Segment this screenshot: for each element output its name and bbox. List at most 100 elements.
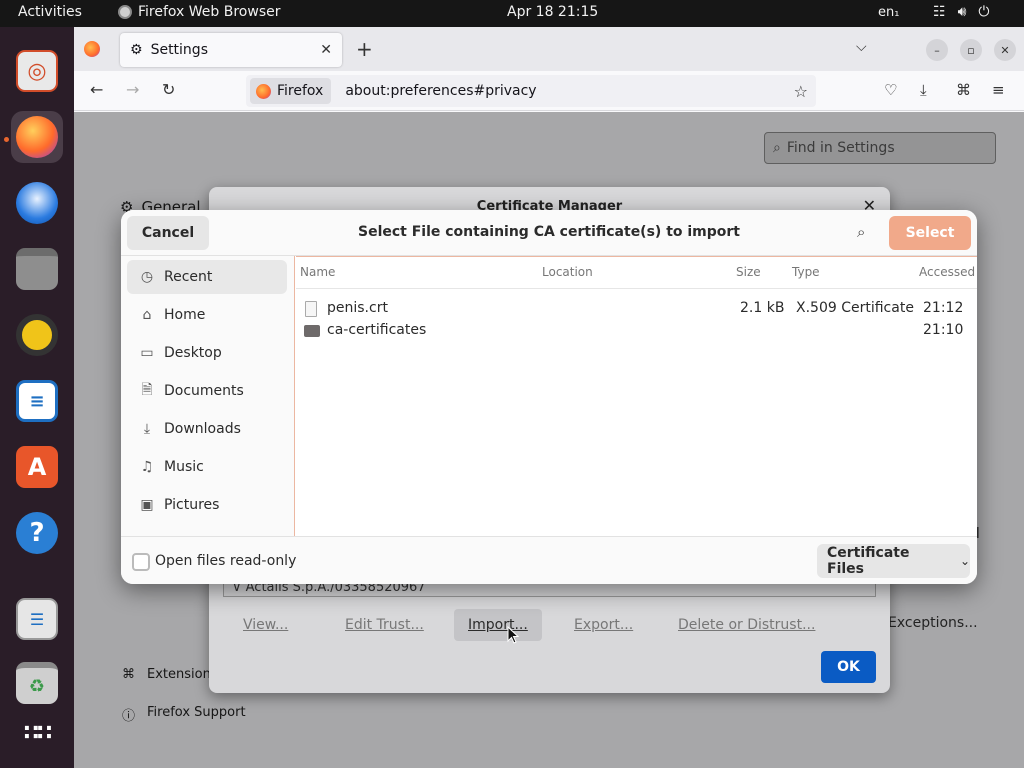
import-button[interactable]: Import... bbox=[454, 609, 542, 641]
column-header-size[interactable]: Size bbox=[736, 265, 761, 279]
gear-icon: ⚙ bbox=[130, 42, 143, 58]
firefox-view-icon[interactable] bbox=[84, 41, 100, 57]
trash-icon: ♻ bbox=[16, 662, 58, 704]
read-only-label: Open files read-only bbox=[155, 553, 297, 569]
files-icon bbox=[16, 248, 58, 290]
document-icon: 🗎︎ bbox=[141, 382, 153, 398]
close-tab-icon[interactable]: ✕ bbox=[320, 42, 332, 58]
tab-settings[interactable]: ⚙ Settings ✕ bbox=[120, 33, 342, 67]
identity-box[interactable]: Firefox bbox=[250, 78, 332, 104]
places-sidebar: ◷ Recent ⌂ Home ▭ Desktop 🗎︎ Documents ⤓… bbox=[121, 256, 295, 536]
sidebar-item-recent[interactable]: ◷ Recent bbox=[127, 260, 287, 294]
chevron-down-icon: ⌄ bbox=[959, 554, 970, 568]
top-bar: Activities Firefox Web Browser Apr 18 21… bbox=[0, 0, 1024, 27]
reload-icon[interactable]: ↻ bbox=[162, 80, 175, 99]
search-icon[interactable]: ⌕ bbox=[857, 223, 865, 241]
sidebar-item-desktop[interactable]: ▭ Desktop bbox=[127, 336, 287, 370]
dock-item-files[interactable] bbox=[11, 243, 63, 295]
tab-title: Settings bbox=[150, 42, 208, 58]
activities-button[interactable]: Activities bbox=[18, 4, 82, 20]
identity-label: Firefox bbox=[277, 83, 324, 99]
url-text[interactable]: about:preferences#privacy bbox=[345, 83, 536, 99]
export-button[interactable]: Export... bbox=[560, 609, 647, 641]
list-tabs-chevron-icon[interactable]: ⌵ bbox=[856, 39, 867, 55]
back-icon[interactable]: ← bbox=[90, 80, 103, 99]
sidebar-item-label: Pictures bbox=[164, 497, 220, 513]
table-row[interactable]: ca-certificates 21:10 bbox=[296, 320, 977, 342]
column-header-name[interactable]: Name bbox=[300, 265, 335, 279]
dock-item-trash[interactable]: ♻ bbox=[11, 657, 63, 709]
folder-icon bbox=[304, 325, 320, 337]
dock-item-writer[interactable]: ≡ bbox=[11, 375, 63, 427]
dock-item-rhythmbox[interactable] bbox=[11, 309, 63, 361]
file-type: X.509 Certificate bbox=[796, 300, 914, 316]
dock-item-firefox[interactable] bbox=[11, 111, 63, 163]
sidebar-item-label: Desktop bbox=[164, 345, 222, 361]
maximize-button[interactable]: ▫ bbox=[960, 39, 982, 61]
dock-item-help[interactable]: ? bbox=[11, 507, 63, 559]
firefox-icon bbox=[118, 5, 132, 19]
sidebar-item-downloads[interactable]: ⤓ Downloads bbox=[127, 412, 287, 446]
forward-icon[interactable]: → bbox=[126, 80, 139, 99]
clock-icon: ◷ bbox=[140, 269, 154, 285]
remmina-icon: ◎ bbox=[16, 50, 58, 92]
sidebar-item-label: Recent bbox=[164, 269, 213, 285]
file-filter-dropdown[interactable]: Certificate Files ⌄ bbox=[817, 544, 970, 578]
show-apps-button[interactable]: ∷∷ bbox=[11, 707, 63, 759]
pocket-icon[interactable]: ♡ bbox=[884, 81, 897, 99]
download-icon: ⤓ bbox=[143, 421, 151, 437]
menu-icon[interactable]: ≡ bbox=[992, 81, 1005, 99]
filter-label: Certificate Files bbox=[827, 545, 910, 577]
table-row[interactable]: penis.crt 2.1 kB X.509 Certificate 21:12 bbox=[296, 298, 977, 320]
close-window-button[interactable]: ✕ bbox=[994, 39, 1016, 61]
file-icon bbox=[305, 301, 317, 317]
firefox-icon bbox=[256, 83, 271, 99]
system-tray[interactable]: ☷ 🔊︎ ⏻ bbox=[933, 4, 989, 20]
file-accessed: 21:10 bbox=[923, 322, 964, 338]
software-icon: A bbox=[16, 446, 58, 488]
dock-item-remmina[interactable]: ◎ bbox=[11, 45, 63, 97]
edit-trust-button[interactable]: Edit Trust... bbox=[331, 609, 438, 641]
rhythmbox-icon bbox=[16, 314, 58, 356]
grid-icon: ∷∷ bbox=[23, 720, 53, 746]
sidebar-item-music[interactable]: ♫ Music bbox=[127, 450, 287, 484]
file-name: penis.crt bbox=[327, 300, 388, 316]
nav-bar: ← → ↻ Firefox about:preferences#privacy … bbox=[74, 71, 1024, 111]
select-button[interactable]: Select bbox=[889, 216, 971, 250]
sidebar-item-pictures[interactable]: ▣ Pictures bbox=[127, 488, 287, 522]
view-button[interactable]: View... bbox=[229, 609, 302, 641]
keyboard-layout[interactable]: en₁ bbox=[878, 5, 899, 20]
ok-button[interactable]: OK bbox=[821, 651, 876, 683]
read-only-checkbox[interactable] bbox=[132, 553, 150, 571]
url-bar[interactable]: Firefox about:preferences#privacy ☆ bbox=[246, 75, 816, 107]
clock[interactable]: Apr 18 21:15 bbox=[507, 4, 598, 20]
downloads-icon[interactable]: ⤓ bbox=[920, 81, 927, 99]
sidebar-item-home[interactable]: ⌂ Home bbox=[127, 298, 287, 332]
file-name: ca-certificates bbox=[327, 322, 427, 338]
sidebar-item-documents[interactable]: 🗎︎ Documents bbox=[127, 374, 287, 408]
chooser-footer: Open files read-only Certificate Files ⌄ bbox=[121, 536, 977, 584]
bookmark-star-icon[interactable]: ☆ bbox=[794, 82, 808, 101]
delete-or-distrust-button[interactable]: Delete or Distrust... bbox=[664, 609, 829, 641]
volume-icon: 🔊︎ bbox=[957, 4, 967, 20]
certificate-row[interactable]: ∨ Actalis S.p.A./03358520967 bbox=[223, 583, 876, 597]
sidebar-item-label: Downloads bbox=[164, 421, 241, 437]
dock-item-text-editor[interactable]: ☰ bbox=[11, 593, 63, 645]
sidebar-item-label: Documents bbox=[164, 383, 244, 399]
minimize-button[interactable]: – bbox=[926, 39, 948, 61]
header-divider bbox=[296, 288, 977, 289]
file-list: Name Location Size Type Accessed penis.c… bbox=[296, 256, 977, 536]
new-tab-button[interactable]: + bbox=[356, 37, 373, 61]
network-icon: ☷ bbox=[933, 4, 946, 20]
app-menu[interactable]: Firefox Web Browser bbox=[118, 4, 281, 20]
running-indicator bbox=[4, 137, 9, 142]
extensions-icon[interactable]: ⌘ bbox=[956, 81, 971, 99]
column-header-location[interactable]: Location bbox=[542, 265, 593, 279]
file-size: 2.1 kB bbox=[740, 300, 785, 316]
dock-item-software[interactable]: A bbox=[11, 441, 63, 493]
column-header-type[interactable]: Type bbox=[792, 265, 820, 279]
file-accessed: 21:12 bbox=[923, 300, 964, 316]
picture-icon: ▣ bbox=[140, 497, 154, 513]
dock-item-thunderbird[interactable] bbox=[11, 177, 63, 229]
column-header-accessed[interactable]: Accessed bbox=[919, 265, 975, 279]
